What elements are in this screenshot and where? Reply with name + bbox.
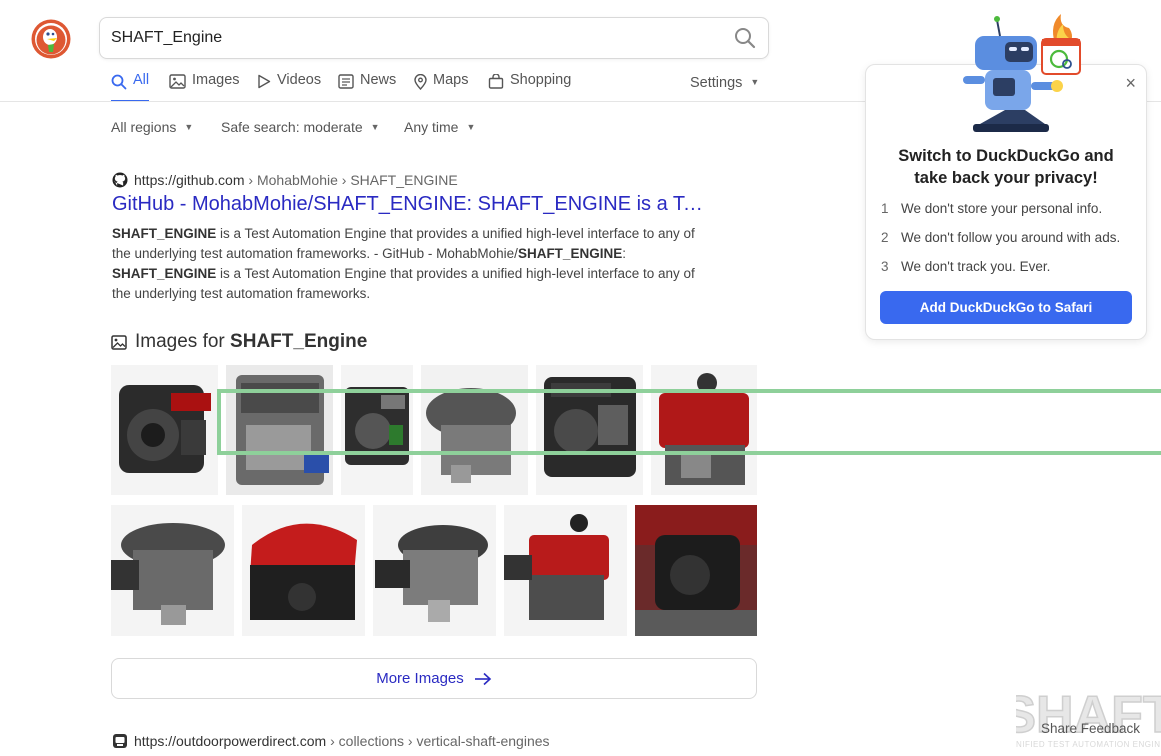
robot-illustration (945, 14, 1085, 134)
engine-image (111, 505, 234, 636)
add-to-safari-button[interactable]: Add DuckDuckGo to Safari (880, 291, 1132, 324)
more-images-label: More Images (376, 670, 464, 687)
images-module-heading[interactable]: Images for SHAFT_Engine (111, 331, 367, 353)
region-filter[interactable]: All regions ▼ (111, 119, 193, 135)
image-thumbnail[interactable] (242, 505, 365, 636)
snippet-bold: SHAFT_ENGINE (112, 266, 217, 281)
region-filter-label: All regions (111, 119, 177, 135)
tab-all-label: All (133, 72, 150, 88)
search-icon[interactable] (734, 27, 756, 49)
promo-item-text: We don't track you. Ever. (901, 259, 1051, 274)
duckduckgo-logo[interactable] (31, 19, 71, 59)
tab-all[interactable]: All (111, 72, 149, 102)
settings-label: Settings (690, 75, 743, 91)
engine-image (242, 505, 365, 636)
safe-search-filter[interactable]: Safe search: moderate ▼ (221, 119, 380, 135)
result-domain: https://github.com (134, 172, 245, 188)
engine-image (373, 505, 496, 636)
image-icon (169, 74, 186, 89)
tab-maps-label: Maps (433, 72, 469, 88)
result-path: › collections › vertical-shaft-engines (326, 733, 550, 749)
result-domain: https://outdoorpowerdirect.com (134, 733, 327, 749)
promo-item-number: 1 (881, 201, 889, 216)
promo-list-item: 1 We don't store your personal info. (881, 201, 1102, 216)
tab-images[interactable]: Images (169, 72, 240, 102)
result-url[interactable]: https://github.com › MohabMohie › SHAFT_… (112, 172, 458, 188)
settings-dropdown[interactable]: Settings ▼ (690, 75, 759, 91)
promo-title-line: Switch to DuckDuckGo and (898, 147, 1114, 165)
caret-down-icon: ▼ (466, 122, 476, 132)
promo-title-line: take back your privacy! (914, 169, 1098, 187)
image-thumbnail[interactable] (504, 505, 627, 636)
shaft-logo-icon: SHAFT UNIFIED TEST AUTOMATION ENGINE (1001, 684, 1161, 751)
engine-image (635, 505, 757, 636)
time-filter[interactable]: Any time ▼ (404, 119, 475, 135)
result-path: › MohabMohie › SHAFT_ENGINE (244, 172, 458, 188)
images-heading-query: SHAFT_Engine (230, 331, 368, 352)
tab-shopping[interactable]: Shopping (488, 72, 571, 102)
promo-list-item: 2 We don't follow you around with ads. (881, 230, 1120, 245)
shopping-bag-icon (488, 74, 504, 89)
time-filter-label: Any time (404, 119, 459, 135)
arrow-right-icon (474, 672, 491, 685)
caret-down-icon: ▼ (370, 122, 380, 132)
tab-images-label: Images (192, 72, 240, 88)
tab-maps[interactable]: Maps (414, 72, 468, 102)
map-pin-icon (414, 74, 427, 90)
duck-logo-icon (31, 19, 71, 59)
promo-item-number: 2 (881, 230, 889, 245)
promo-item-text: We don't store your personal info. (901, 201, 1103, 216)
promo-item-number: 3 (881, 259, 889, 274)
shaft-watermark: SHAFT UNIFIED TEST AUTOMATION ENGINE (1001, 684, 1161, 751)
newspaper-icon (338, 74, 354, 89)
image-thumbnail[interactable] (635, 505, 757, 636)
engine-image (504, 505, 627, 636)
safe-search-label: Safe search: moderate (221, 119, 363, 135)
image-thumbnail[interactable] (111, 505, 234, 636)
result-url[interactable]: https://outdoorpowerdirect.com › collect… (112, 733, 550, 749)
snippet-text: : (622, 246, 626, 261)
robot-icon (963, 14, 1081, 132)
image-thumbnail[interactable] (373, 505, 496, 636)
image-thumbnail[interactable] (111, 365, 218, 495)
search-box (99, 17, 769, 59)
play-icon (258, 74, 271, 89)
close-icon[interactable]: × (1125, 74, 1136, 92)
search-icon (111, 74, 127, 90)
caret-down-icon: ▼ (750, 77, 760, 87)
snippet-bold: SHAFT_ENGINE (112, 226, 217, 241)
images-heading-prefix: Images for (135, 331, 231, 352)
tab-videos[interactable]: Videos (257, 72, 321, 102)
more-images-button[interactable]: More Images (111, 658, 757, 699)
engine-image (111, 365, 218, 495)
image-icon (111, 334, 127, 350)
caret-down-icon: ▼ (184, 122, 194, 132)
result-title-link[interactable]: GitHub - MohabMohie/SHAFT_ENGINE: SHAFT_… (112, 193, 712, 216)
tab-news-label: News (360, 72, 397, 88)
tab-shopping-label: Shopping (510, 72, 572, 88)
promo-title: Switch to DuckDuckGo and take back your p… (866, 145, 1146, 189)
snippet-bold: SHAFT_ENGINE (517, 246, 623, 261)
result-snippet: SHAFT_ENGINE is a Test Automation Engine… (112, 224, 712, 304)
promo-item-text: We don't follow you around with ads. (901, 230, 1121, 245)
highlight-overlay (217, 389, 1161, 455)
share-feedback-link[interactable]: Share Feedback (1041, 721, 1140, 736)
github-icon (112, 172, 128, 188)
svg-text:UNIFIED TEST AUTOMATION ENGINE: UNIFIED TEST AUTOMATION ENGINE (1016, 740, 1161, 749)
search-input[interactable] (111, 18, 701, 58)
promo-list-item: 3 We don't track you. Ever. (881, 259, 1050, 274)
tab-news[interactable]: News (338, 72, 396, 102)
tab-videos-label: Videos (277, 72, 322, 88)
site-favicon-icon (113, 734, 127, 748)
